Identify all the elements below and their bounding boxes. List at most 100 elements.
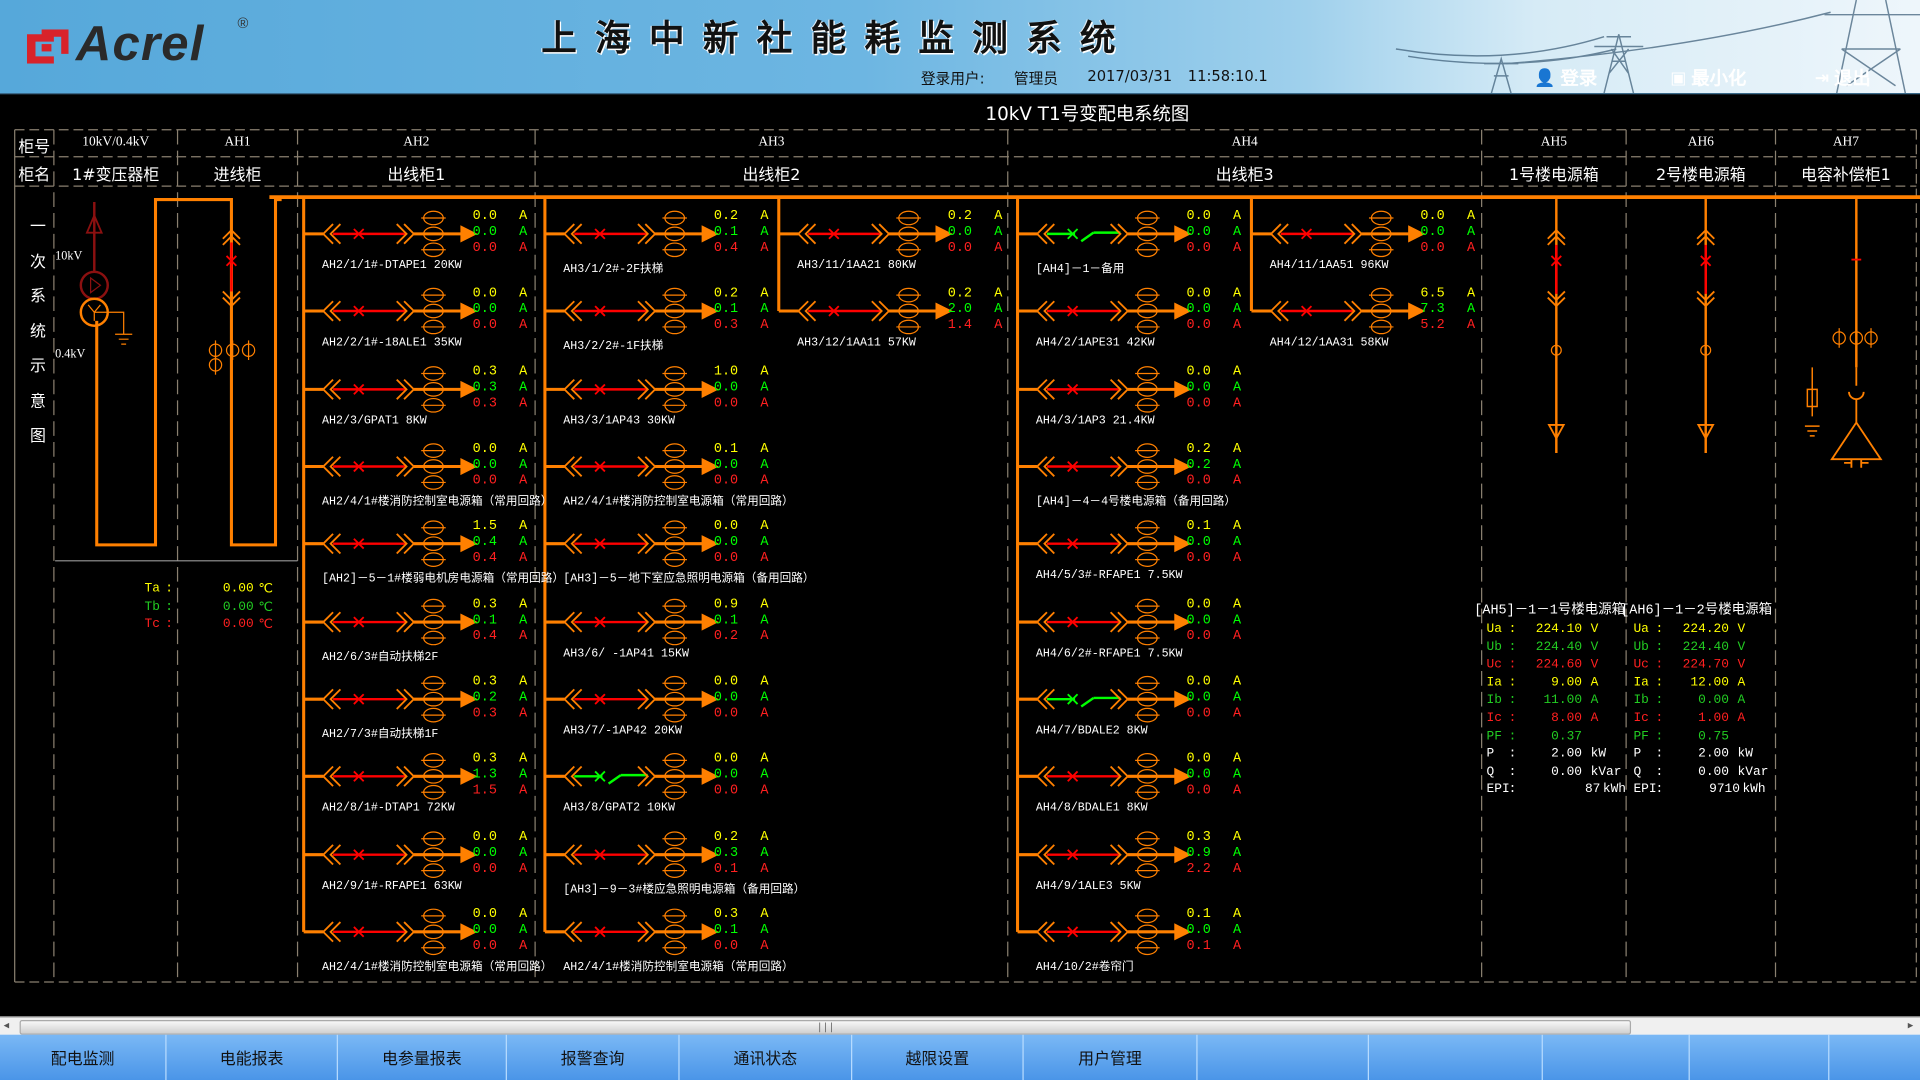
meter-param-unit: A <box>1590 693 1599 709</box>
meter-param-value: 11.00 <box>1543 693 1583 709</box>
feeder-name: [AH4]－4－4号楼电源箱（备用回路） <box>1035 494 1237 509</box>
nav-button[interactable] <box>1198 1034 1369 1080</box>
phase-current-value: 0.3 <box>472 364 497 380</box>
current-unit: A <box>519 473 528 489</box>
cabinet-no: AH1 <box>224 134 251 150</box>
feeder-name: AH3/11/1AA21 80KW <box>797 258 916 272</box>
current-unit: A <box>1233 380 1242 396</box>
temperature-label: Tc <box>144 617 160 632</box>
scroll-left-arrow-icon[interactable]: ◂ <box>4 1019 10 1032</box>
scrollbar-thumb[interactable]: ||| <box>19 1020 1632 1035</box>
feeder-name: [AH2]－5－1#楼弱电机房电源箱（常用回路） <box>322 571 565 586</box>
scroll-right-arrow-icon[interactable]: ▸ <box>1908 1019 1914 1032</box>
phase-current-value: 0.0 <box>947 241 973 256</box>
phase-current-value: 0.0 <box>1186 613 1211 629</box>
lv-voltage-label: 0.4kV <box>55 347 86 362</box>
meter-param-value: 8.00 <box>1551 711 1583 727</box>
phase-current-value: 0.0 <box>1186 473 1211 489</box>
colon: : <box>1655 622 1664 637</box>
colon: : <box>1655 729 1664 744</box>
side-title-char: 次 <box>29 252 46 272</box>
hv-voltage-label: 10kV <box>55 249 83 264</box>
meter-param-unit: V <box>1737 622 1746 637</box>
colon: : <box>1508 693 1517 709</box>
nav-button[interactable] <box>1369 1034 1543 1080</box>
phase-current-value: 0.1 <box>713 442 739 457</box>
current-unit: A <box>760 923 769 938</box>
surge-arrester-icon <box>1804 367 1820 437</box>
phase-current-value: 0.0 <box>713 396 739 412</box>
nav-button[interactable]: 电能报表 <box>167 1034 338 1080</box>
current-unit: A <box>760 380 769 396</box>
horizontal-scrollbar[interactable]: ◂ ||| ▸ <box>0 1016 1920 1036</box>
current-unit: A <box>760 286 769 302</box>
meter-param-value: 224.60 <box>1535 657 1583 673</box>
nav-button[interactable]: 报警查询 <box>507 1034 680 1080</box>
nav-button[interactable]: 配电监测 <box>0 1034 167 1080</box>
nav-button[interactable] <box>1543 1034 1690 1080</box>
meter-param-label: PF <box>1633 729 1649 744</box>
phase-current-value: 0.0 <box>472 939 497 954</box>
current-unit: A <box>519 380 528 396</box>
nav-button[interactable]: 通讯状态 <box>680 1034 853 1080</box>
meter-param-value: 2.00 <box>1698 747 1729 762</box>
nav-button[interactable]: 越限设置 <box>852 1034 1024 1080</box>
side-title-char: 一 <box>29 217 46 237</box>
cabinet-name: 出线柜1 <box>387 166 446 185</box>
phase-current-value: 0.0 <box>1186 551 1211 566</box>
colon: : <box>1655 693 1664 709</box>
phase-current-value: 0.0 <box>1186 225 1211 241</box>
meter-param-unit: V <box>1590 657 1599 673</box>
phase-current-value: 0.0 <box>1186 674 1211 690</box>
meter-param-unit: V <box>1590 622 1599 637</box>
phase-current-value: 0.0 <box>1420 209 1445 225</box>
current-unit: A <box>760 396 769 412</box>
feeder-name: AH2/4/1#楼消防控制室电源箱（常用回路） <box>563 960 794 974</box>
meter-title: [AH6]－1－2号楼电源箱 <box>1621 603 1773 619</box>
feeder-name: AH2/4/1#楼消防控制室电源箱（常用回路） <box>563 494 794 509</box>
current-unit: A <box>1233 751 1242 767</box>
meter-param-label: Ua <box>1486 622 1502 637</box>
nav-button[interactable] <box>1690 1034 1830 1080</box>
meter-param-value: 224.10 <box>1535 622 1583 637</box>
phase-current-value: 0.1 <box>713 862 739 877</box>
current-unit: A <box>1233 767 1242 783</box>
current-unit: A <box>519 690 528 706</box>
temperature-label: Tb <box>144 599 160 615</box>
meter-param-value: 9.00 <box>1551 675 1583 691</box>
temperature-value: 0.00 <box>222 617 254 632</box>
phase-current-value: 0.0 <box>472 302 497 318</box>
phase-current-value: 0.0 <box>1186 751 1211 767</box>
phase-current-value: 0.3 <box>472 597 497 613</box>
current-unit: A <box>760 690 769 706</box>
phase-current-value: 0.2 <box>713 830 739 845</box>
meter-param-label: Ia <box>1486 675 1502 691</box>
current-unit: A <box>1233 830 1242 845</box>
current-unit: A <box>760 551 769 566</box>
current-unit: A <box>519 674 528 690</box>
phase-current-value: 0.0 <box>1186 380 1211 396</box>
meter-param-label: Uc <box>1486 657 1502 673</box>
current-unit: A <box>760 364 769 380</box>
app-window: Acrel ® 上海中新社能耗监测系统 登录用户: 管理员 2017/03/31… <box>0 0 1920 1080</box>
meter-param-label: Ic <box>1486 711 1502 727</box>
phase-current-value: 0.1 <box>1186 907 1211 923</box>
phase-current-value: 0.0 <box>1186 318 1211 334</box>
phase-current-value: 0.0 <box>472 225 497 241</box>
feeder-name: AH3/8/GPAT2 10KW <box>563 800 675 815</box>
current-unit: A <box>1233 209 1242 225</box>
phase-current-value: 0.2 <box>713 629 739 645</box>
phase-current-value: 0.0 <box>1186 597 1211 613</box>
cabinet-name: 出线柜3 <box>1215 166 1274 185</box>
current-unit: A <box>760 597 769 613</box>
phase-current-value: 0.0 <box>472 846 497 861</box>
phase-current-value: 0.0 <box>713 751 739 767</box>
current-unit: A <box>1233 674 1242 690</box>
transformer-primary-winding-icon <box>79 270 109 301</box>
nav-button[interactable]: 用户管理 <box>1024 1034 1198 1080</box>
nav-button[interactable]: 电参量报表 <box>338 1034 507 1080</box>
cabinet-no: AH2 <box>403 134 430 150</box>
colon: : <box>1508 765 1517 780</box>
current-unit: A <box>519 457 528 473</box>
current-unit: A <box>1233 597 1242 613</box>
